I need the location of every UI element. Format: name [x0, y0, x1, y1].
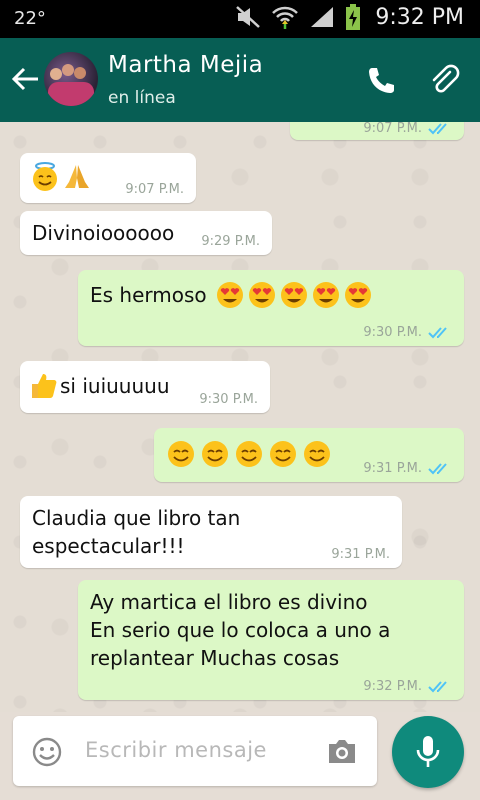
chat-header: Martha Mejia en línea [0, 38, 480, 122]
contact-avatar[interactable] [44, 52, 98, 106]
heart-eyes-icon [344, 282, 371, 308]
message-time: 9:31 P.M. [331, 547, 390, 562]
message-bubble-outgoing[interactable]: Ay martica el libro es divino En serio q… [78, 580, 464, 700]
message-meta: 9:31 P.M. [363, 461, 452, 476]
message-input[interactable]: Escribir mensaje [85, 738, 267, 762]
message-meta: 9:30 P.M. [363, 325, 452, 340]
message-emojis [30, 162, 92, 192]
mute-icon [236, 6, 261, 28]
message-bubble-incoming[interactable]: Claudia que libro tan espectacular!!! 9:… [20, 496, 402, 568]
message-bubble-incoming[interactable]: Divinoioooooo 9:29 P.M. [20, 211, 272, 255]
wifi-icon [272, 6, 299, 29]
message-time: 9:32 P.M. [363, 679, 422, 694]
status-time: 9:32 PM [375, 4, 464, 30]
smiling-face-icon [168, 441, 194, 467]
microphone-icon [416, 736, 440, 767]
message-bubble-incoming[interactable]: si iuiuuuuu 9:30 P.M. [20, 361, 270, 413]
message-time: 9:07 P.M. [363, 122, 422, 136]
read-ticks-icon [428, 462, 447, 474]
message-composer[interactable]: Escribir mensaje [13, 716, 377, 786]
read-ticks-icon [428, 680, 447, 692]
heart-eyes-icon [216, 282, 243, 308]
paperclip-icon[interactable] [428, 64, 462, 98]
message-meta: 9:31 P.M. [331, 547, 390, 562]
message-meta: 9:07 P.M. [363, 122, 452, 136]
smiling-face-icon [236, 441, 262, 467]
message-bubble-outgoing[interactable]: 9:31 P.M. [154, 428, 464, 482]
message-content: Es hermoso [90, 280, 373, 310]
weather-temperature: 22° [14, 8, 46, 29]
message-text: Es hermoso [90, 283, 207, 307]
message-time: 9:29 P.M. [201, 234, 260, 249]
status-icons: 9:32 PM [235, 4, 464, 30]
message-meta: 9:07 P.M. [125, 182, 184, 197]
message-emojis [166, 439, 332, 469]
battery-charging-icon [346, 4, 361, 30]
heart-eyes-icon [248, 282, 275, 308]
emoji-icon[interactable] [31, 736, 63, 768]
message-meta: 9:29 P.M. [201, 234, 260, 249]
conversation[interactable]: 9:07 P.M. 9:07 P.M. Divinoioooooo 9:29 P… [0, 122, 480, 712]
mic-button[interactable] [392, 716, 464, 788]
folded-hands-icon [65, 165, 89, 188]
message-text: Claudia que libro tan espectacular!!! [32, 506, 241, 558]
read-ticks-icon [428, 122, 447, 134]
smiling-face-icon [304, 441, 330, 467]
message-text: si iuiuuuuu [60, 374, 170, 398]
back-arrow-icon[interactable] [8, 62, 42, 96]
thumbs-up-icon [32, 374, 57, 398]
message-time: 9:07 P.M. [125, 182, 184, 197]
camera-icon[interactable] [325, 736, 359, 766]
heart-eyes-icon [280, 282, 307, 308]
message-time: 9:31 P.M. [363, 461, 422, 476]
smiling-face-with-halo-icon [33, 162, 57, 191]
message-time: 9:30 P.M. [363, 325, 422, 340]
heart-eyes-icon [312, 282, 339, 308]
phone-icon[interactable] [364, 64, 398, 98]
contact-name[interactable]: Martha Mejia [108, 52, 263, 78]
message-emojis [215, 280, 373, 310]
signal-icon [311, 7, 334, 27]
message-text: Ay martica el libro es divino En serio q… [90, 590, 391, 670]
message-meta: 9:30 P.M. [199, 392, 258, 407]
status-bar: 22° 9:32 PM [0, 0, 480, 38]
contact-presence: en línea [108, 88, 176, 108]
message-meta: 9:32 P.M. [363, 679, 452, 694]
message-bubble-outgoing[interactable]: 9:07 P.M. [290, 122, 464, 140]
message-text: Divinoioooooo [32, 221, 175, 245]
message-bubble-incoming[interactable]: 9:07 P.M. [20, 153, 196, 203]
message-bubble-outgoing[interactable]: Es hermoso 9:30 P.M. [78, 270, 464, 346]
read-ticks-icon [428, 326, 447, 338]
message-content: si iuiuuuuu [28, 371, 170, 401]
message-time: 9:30 P.M. [199, 392, 258, 407]
smiling-face-icon [202, 441, 228, 467]
smiling-face-icon [270, 441, 296, 467]
